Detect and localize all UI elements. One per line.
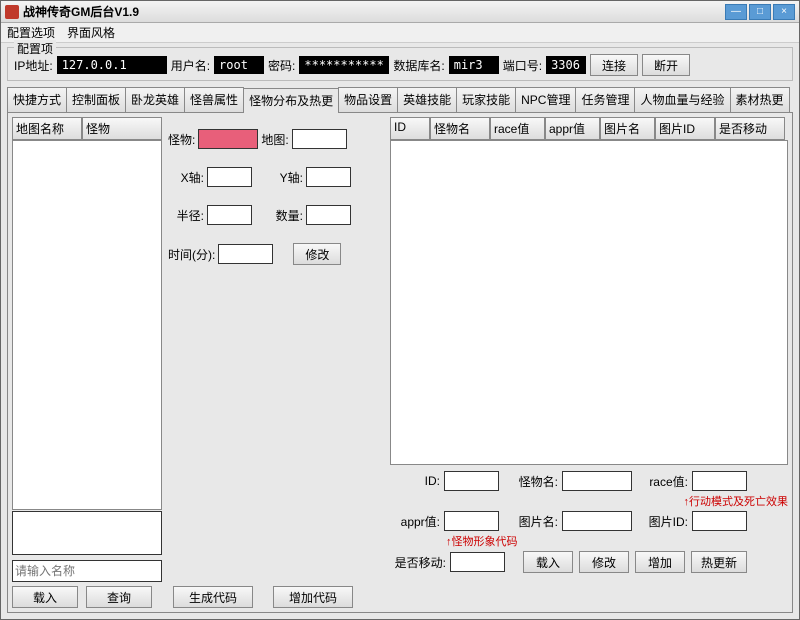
- tabbar: 快捷方式控制面板卧龙英雄怪兽属性怪物分布及热更物品设置英雄技能玩家技能NPC管理…: [7, 87, 793, 113]
- race-label: race值:: [636, 473, 688, 490]
- db-label: 数据库名:: [393, 57, 444, 74]
- right-table-body[interactable]: [390, 140, 788, 465]
- ip-input[interactable]: [57, 56, 167, 74]
- left-table-body[interactable]: [12, 140, 162, 510]
- port-input[interactable]: [546, 56, 586, 74]
- appr-input[interactable]: [444, 511, 499, 531]
- config-legend: 配置项: [14, 40, 56, 57]
- tab-2[interactable]: 卧龙英雄: [125, 87, 185, 112]
- id-input[interactable]: [444, 471, 499, 491]
- right-col-3[interactable]: appr值: [545, 117, 600, 140]
- monster-label: 怪物:: [168, 131, 195, 148]
- count-label: 数量:: [255, 207, 303, 224]
- move-label: 是否移动:: [390, 554, 446, 571]
- radius-label: 半径:: [168, 207, 204, 224]
- right-col-0[interactable]: ID: [390, 117, 430, 140]
- pass-label: 密码:: [268, 57, 295, 74]
- db-input[interactable]: [449, 56, 499, 74]
- name-label: 怪物名:: [503, 473, 558, 490]
- right-panel: ID怪物名race值appr值图片名图片ID是否移动 ID: 怪物名: race…: [390, 117, 788, 575]
- id-label: ID:: [390, 474, 440, 488]
- mid-panel: 怪物: 地图: X轴: Y轴: 半径: 数量: 时间(分):: [168, 129, 383, 283]
- left-col-map[interactable]: 地图名称: [12, 117, 82, 140]
- y-input[interactable]: [306, 167, 351, 187]
- tab-5[interactable]: 物品设置: [338, 87, 398, 112]
- disconnect-button[interactable]: 断开: [642, 54, 690, 76]
- mid-modify-button[interactable]: 修改: [293, 243, 341, 265]
- app-icon: [5, 5, 19, 19]
- menubar: 配置选项 界面风格: [1, 23, 799, 43]
- monster-input[interactable]: [198, 129, 258, 149]
- menu-style[interactable]: 界面风格: [67, 24, 115, 41]
- port-label: 端口号:: [503, 57, 542, 74]
- tab-10[interactable]: 人物血量与经验: [634, 87, 730, 112]
- close-button[interactable]: ×: [773, 4, 795, 20]
- tab-4[interactable]: 怪物分布及热更: [243, 88, 339, 113]
- name-search-input[interactable]: [12, 560, 162, 582]
- radius-input[interactable]: [207, 205, 252, 225]
- x-label: X轴:: [168, 169, 204, 186]
- detail-load-button[interactable]: 载入: [523, 551, 573, 573]
- tab-3[interactable]: 怪兽属性: [184, 87, 244, 112]
- detail-add-button[interactable]: 增加: [635, 551, 685, 573]
- right-col-2[interactable]: race值: [490, 117, 545, 140]
- load-button[interactable]: 载入: [12, 586, 78, 608]
- detail-grid: ID: 怪物名: race值: ↑行动模式及死亡效果 appr值: 图片名: 图…: [390, 471, 788, 573]
- hint-race: ↑行动模式及死亡效果: [684, 493, 789, 509]
- right-col-6[interactable]: 是否移动: [715, 117, 785, 140]
- user-label: 用户名:: [171, 57, 210, 74]
- x-input[interactable]: [207, 167, 252, 187]
- y-label: Y轴:: [255, 169, 303, 186]
- app-window: 战神传奇GM后台V1.9 — □ × 配置选项 界面风格 配置项 IP地址: 用…: [0, 0, 800, 620]
- name-input[interactable]: [562, 471, 632, 491]
- query-button[interactable]: 查询: [86, 586, 152, 608]
- tab-7[interactable]: 玩家技能: [456, 87, 516, 112]
- count-input[interactable]: [306, 205, 351, 225]
- config-group: 配置项 IP地址: 用户名: 密码: 数据库名: 端口号: 连接 断开: [7, 47, 793, 81]
- window-title: 战神传奇GM后台V1.9: [23, 3, 139, 20]
- maximize-button[interactable]: □: [749, 4, 771, 20]
- detail-modify-button[interactable]: 修改: [579, 551, 629, 573]
- titlebar: 战神传奇GM后台V1.9 — □ ×: [1, 1, 799, 23]
- gen-code-button[interactable]: 生成代码: [173, 586, 253, 608]
- appr-label: appr值:: [390, 513, 440, 530]
- left-col-monster[interactable]: 怪物: [82, 117, 162, 140]
- picid-input[interactable]: [692, 511, 747, 531]
- right-col-5[interactable]: 图片ID: [655, 117, 715, 140]
- pic-input[interactable]: [562, 511, 632, 531]
- add-code-button[interactable]: 增加代码: [273, 586, 353, 608]
- code-textarea[interactable]: [12, 511, 162, 555]
- user-input[interactable]: [214, 56, 264, 74]
- ip-label: IP地址:: [14, 57, 53, 74]
- race-input[interactable]: [692, 471, 747, 491]
- minimize-button[interactable]: —: [725, 4, 747, 20]
- left-panel: 地图名称 怪物: [12, 117, 162, 507]
- connect-button[interactable]: 连接: [590, 54, 638, 76]
- tab-9[interactable]: 任务管理: [575, 87, 635, 112]
- hint-appr: ↑怪物形象代码: [446, 533, 518, 549]
- tab-8[interactable]: NPC管理: [515, 87, 576, 112]
- detail-hot-button[interactable]: 热更新: [691, 551, 747, 573]
- bottom-left: [12, 511, 162, 582]
- pass-input[interactable]: [299, 56, 389, 74]
- menu-config[interactable]: 配置选项: [7, 24, 55, 41]
- move-input[interactable]: [450, 552, 505, 572]
- pic-label: 图片名:: [503, 513, 558, 530]
- tab-6[interactable]: 英雄技能: [397, 87, 457, 112]
- tab-1[interactable]: 控制面板: [66, 87, 126, 112]
- tab-content: 地图名称 怪物 怪物: 地图: X轴: Y轴: 半径: 数量:: [7, 113, 793, 613]
- tab-11[interactable]: 素材热更: [730, 87, 790, 112]
- right-col-4[interactable]: 图片名: [600, 117, 655, 140]
- map-input[interactable]: [292, 129, 347, 149]
- tab-0[interactable]: 快捷方式: [7, 87, 67, 112]
- map-label: 地图:: [261, 131, 288, 148]
- time-label: 时间(分):: [168, 246, 215, 263]
- picid-label: 图片ID:: [636, 513, 688, 530]
- right-col-1[interactable]: 怪物名: [430, 117, 490, 140]
- time-input[interactable]: [218, 244, 273, 264]
